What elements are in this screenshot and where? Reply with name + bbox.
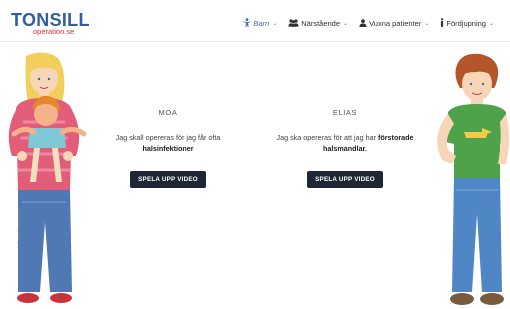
chevron-down-icon: ⌄ — [272, 20, 278, 27]
elias-desc-bold-1: förstorade — [377, 133, 414, 142]
logo-sub-text: operation.se — [33, 27, 75, 36]
moa-illustration — [0, 52, 92, 309]
nav-item-label: Barn — [253, 18, 270, 28]
chevron-down-icon: ⌄ — [488, 20, 494, 27]
nav-item-vuxna-patienter[interactable]: Vuxna patienter ⌄ — [359, 18, 430, 29]
chevron-down-icon: ⌄ — [424, 20, 430, 27]
chevron-down-icon: ⌄ — [343, 20, 349, 27]
elias-description: Jag ska opereras för att jag har förstor… — [270, 132, 420, 154]
elias-illustration — [424, 52, 510, 309]
moa-desc-text: Jag skall opereras för jag får ofta — [115, 133, 221, 142]
illustration-credit: © tonsilloperation.se — [16, 207, 21, 244]
elias-desc-text: Jag ska opereras för att jag har — [276, 133, 376, 142]
nav-item-narstaende[interactable]: Närstående ⌄ — [288, 19, 348, 29]
elias-play-video-button[interactable]: SPELA UPP VIDEO — [307, 171, 383, 188]
elias-name: ELIAS — [332, 108, 358, 117]
child-icon — [243, 18, 251, 29]
nav-item-fordjupning[interactable]: Fördjupning ⌄ — [440, 18, 494, 29]
nav-item-barn[interactable]: Barn ⌄ — [243, 18, 277, 29]
moa-play-video-button[interactable]: SPELA UPP VIDEO — [130, 171, 206, 188]
moa-card: MOA Jag skall opereras för jag får ofta … — [100, 108, 236, 188]
nav-item-label: Vuxna patienter — [369, 18, 422, 28]
group-icon — [288, 18, 299, 29]
moa-name: MOA — [158, 108, 178, 117]
person-icon — [359, 18, 367, 29]
main-nav: Barn ⌄ Närstående ⌄ Vuxna patienter ⌄ Fö… — [243, 18, 494, 29]
info-icon — [440, 18, 444, 29]
moa-description: Jag skall opereras för jag får ofta hals… — [100, 132, 236, 154]
site-logo[interactable]: TONSILL operation.se — [11, 11, 90, 36]
nav-item-label: Fördjupning — [446, 18, 486, 28]
elias-card: ELIAS Jag ska opereras för att jag har f… — [270, 108, 420, 188]
nav-item-label: Närstående — [301, 18, 341, 28]
moa-desc-bold: halsinfektioner — [142, 144, 194, 153]
elias-desc-bold-2: halsmandlar. — [323, 144, 367, 153]
site-header: TONSILL operation.se Barn ⌄ Närstående ⌄… — [0, 0, 510, 42]
